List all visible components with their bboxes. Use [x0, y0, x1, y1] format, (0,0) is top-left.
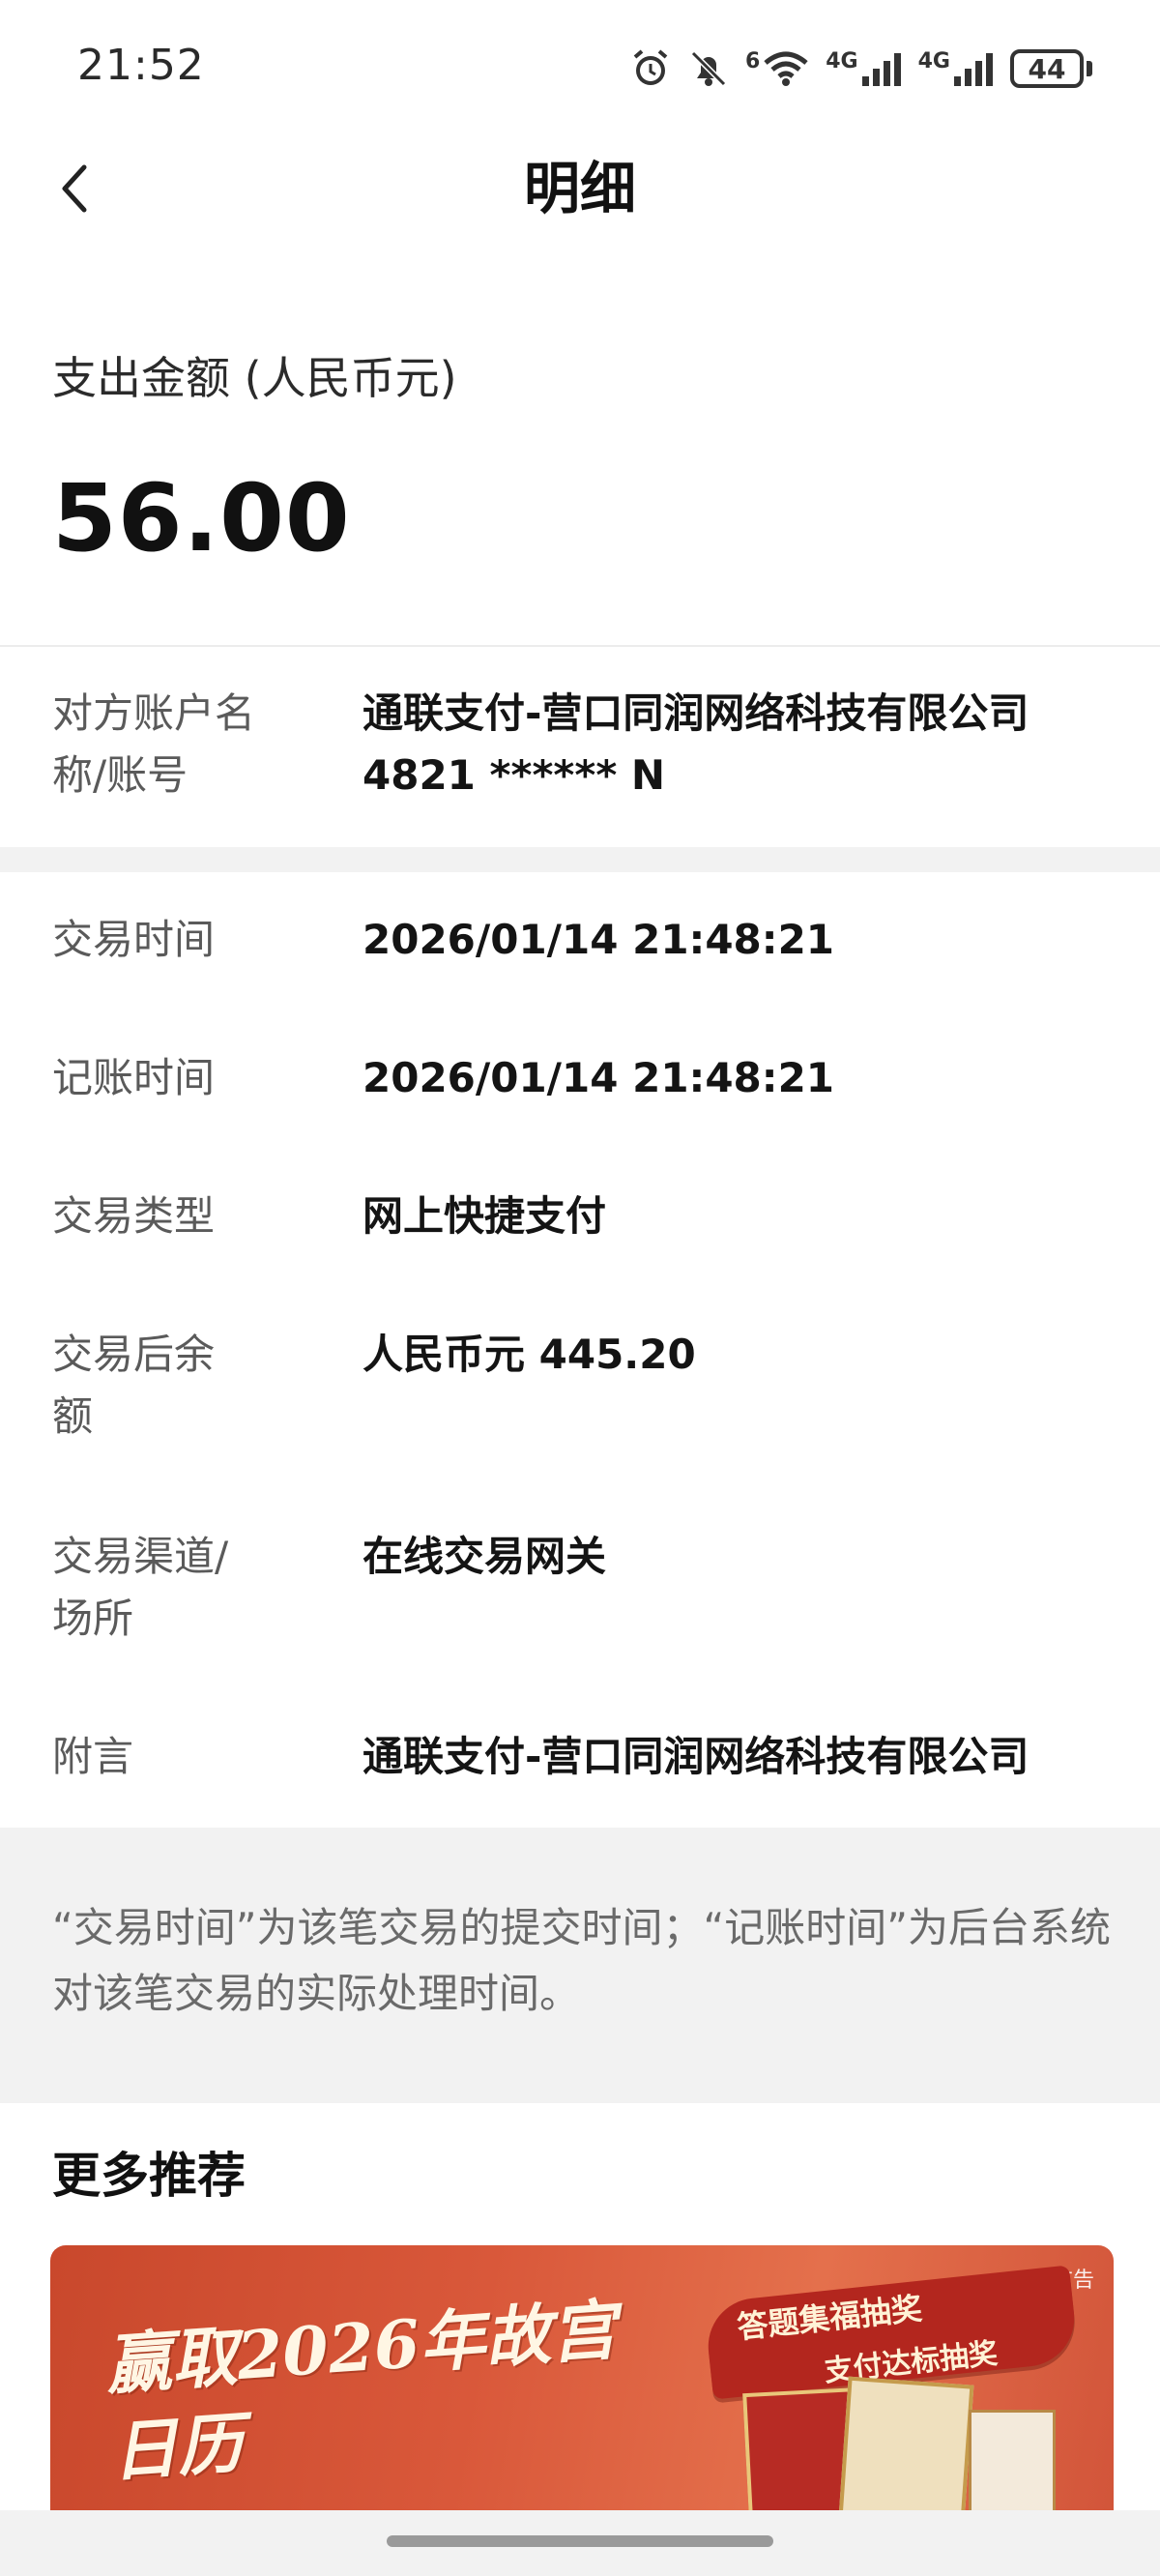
status-icons: 6 4G 4G 44	[629, 44, 1092, 93]
banner-ribbon: 答题集福抽奖 支付达标抽奖	[703, 2265, 1080, 2400]
signal1-label: 4G	[826, 49, 858, 73]
more-title: 更多推荐	[52, 2148, 246, 2204]
wifi-icon: 6	[745, 49, 810, 88]
status-bar: 21:52 6 4G 4G 44	[0, 0, 1160, 135]
counterparty-name: 通联支付-营口同润网络科技有限公司	[362, 689, 1030, 737]
section-divider	[0, 847, 1160, 872]
battery-level: 44	[1010, 49, 1084, 88]
signal-4g-icon: 4G	[826, 49, 902, 88]
detail-value: 人民币元 445.20	[362, 1331, 696, 1378]
detail-label: 记账时间	[52, 1054, 216, 1101]
signal2-label: 4G	[917, 49, 950, 73]
home-indicator[interactable]	[387, 2535, 773, 2547]
detail-label: 交易类型	[52, 1192, 216, 1240]
battery-icon: 44	[1010, 49, 1092, 88]
detail-value: 2026/01/14 21:48:21	[362, 1054, 835, 1101]
detail-label: 附言	[52, 1733, 134, 1780]
status-time: 21:52	[77, 41, 205, 90]
calendar-image	[837, 2376, 974, 2516]
counterparty-label: 对方账户名称/账号	[52, 689, 256, 799]
promo-banner[interactable]: 广告 赢取2026年故宫日历 答题集福抽奖 支付达标抽奖	[50, 2245, 1114, 2516]
detail-label: 交易时间	[52, 916, 216, 963]
banner-headline: 赢取2026年故宫日历	[102, 2291, 620, 2492]
amount-value: 56.00	[52, 464, 351, 572]
note-text: “交易时间”为该笔交易的提交时间；“记账时间”为后台系统对该笔交易的实际处理时间…	[52, 1904, 1112, 2017]
page-title: 明细	[523, 156, 636, 221]
nav-bar: 明细	[0, 135, 1160, 242]
alarm-icon	[629, 47, 672, 90]
detail-label: 交易渠道/场所	[52, 1533, 229, 1642]
bell-off-icon	[687, 47, 730, 90]
calendar-image	[969, 2410, 1056, 2516]
wifi-label: 6	[744, 49, 761, 73]
signal-4g-icon: 4G	[918, 49, 995, 88]
detail-label: 交易后余额	[52, 1331, 216, 1440]
detail-value: 在线交易网关	[362, 1533, 607, 1580]
detail-value: 网上快捷支付	[362, 1192, 607, 1240]
counterparty-account: 4821 ****** N	[362, 751, 666, 799]
detail-value: 通联支付-营口同润网络科技有限公司	[362, 1733, 1030, 1780]
detail-value: 2026/01/14 21:48:21	[362, 916, 835, 963]
divider	[0, 645, 1160, 647]
amount-label: 支出金额 (人民币元)	[52, 352, 457, 404]
